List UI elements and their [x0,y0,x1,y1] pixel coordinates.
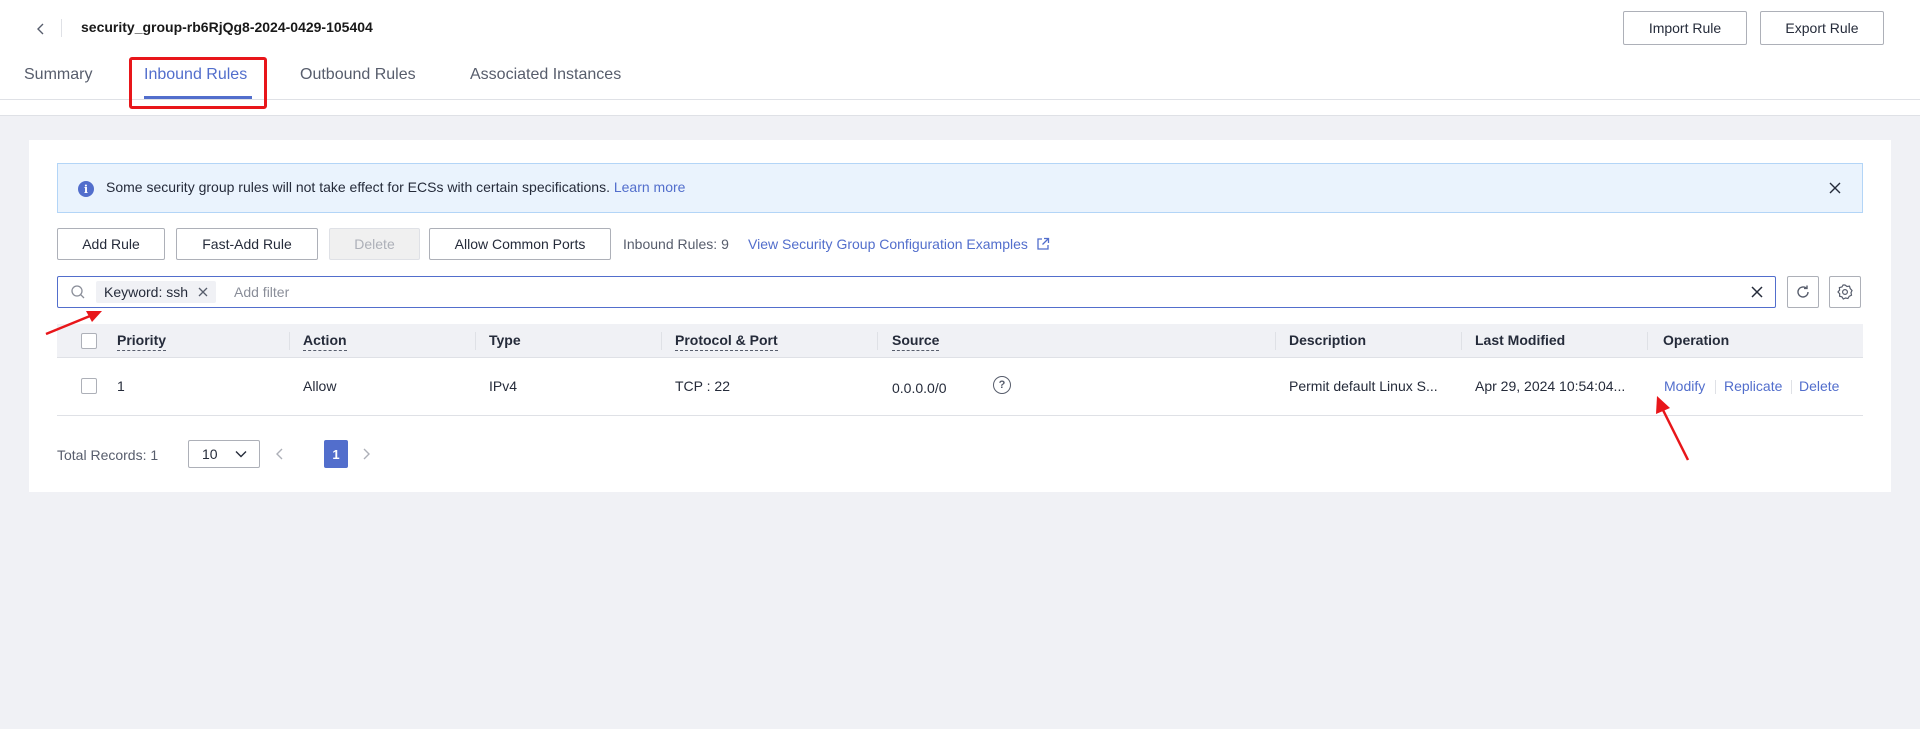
prev-page-icon[interactable] [273,447,287,461]
column-header-source[interactable]: Source [892,332,940,351]
chevron-down-icon [235,451,247,458]
total-records: Total Records: 1 [57,447,159,463]
cell-last-modified: Apr 29, 2024 10:54:04... [1475,378,1626,394]
column-separator [475,332,476,350]
row-checkbox[interactable] [81,378,97,394]
column-header-action[interactable]: Action [303,332,347,351]
tab-inbound-rules[interactable]: Inbound Rules [144,66,247,84]
page-size-select[interactable]: 10 [188,440,260,468]
close-icon [1829,182,1841,194]
remove-filter-tag-button[interactable] [198,287,208,297]
info-icon: i [78,181,94,197]
column-separator [289,332,290,350]
cell-description: Permit default Linux S... [1289,378,1438,394]
delete-link[interactable]: Delete [1799,378,1839,394]
filter-tag-keyword: Keyword: ssh [96,281,217,303]
cell-protocol-port: TCP : 22 [675,378,730,394]
filter-tag-label: Keyword: ssh [104,284,189,300]
chevron-left-icon [37,23,44,35]
active-tab-indicator [144,96,252,99]
add-filter-input[interactable] [234,281,1634,303]
column-header-protocol-port[interactable]: Protocol & Port [675,332,778,351]
operation-separator [1791,380,1792,394]
alert-text: Some security group rules will not take … [106,179,610,195]
cell-action: Allow [303,378,337,394]
page-button-current[interactable]: 1 [324,440,348,468]
cell-priority: 1 [117,378,125,394]
add-rule-button[interactable]: Add Rule [57,228,165,260]
modify-link[interactable]: Modify [1664,378,1705,394]
learn-more-link[interactable]: Learn more [614,179,686,195]
info-alert: i Some security group rules will not tak… [57,163,1863,213]
tab-summary[interactable]: Summary [24,66,92,84]
next-page-icon[interactable] [359,447,373,461]
export-rule-button[interactable]: Export Rule [1760,11,1884,45]
page-header: security_group-rb6RjQg8-2024-0429-105404… [0,0,1920,116]
external-link-icon [1037,237,1050,250]
select-all-checkbox[interactable] [81,333,97,349]
back-button[interactable] [28,16,54,42]
column-header-last-modified: Last Modified [1475,332,1566,348]
operation-separator [1715,380,1716,394]
rules-table: Priority Action Type Protocol & Port Sou… [57,324,1863,416]
page-size-value: 10 [202,446,218,462]
gear-icon [1837,284,1853,300]
config-examples-link[interactable]: View Security Group Configuration Exampl… [748,236,1050,252]
column-separator [1647,332,1648,350]
column-separator [661,332,662,350]
help-icon[interactable]: ? [993,376,1011,394]
allow-common-ports-button[interactable]: Allow Common Ports [429,228,611,260]
tab-outbound-rules[interactable]: Outbound Rules [300,66,416,84]
tab-associated-instances[interactable]: Associated Instances [470,66,621,84]
cell-source: 0.0.0.0/0 [892,380,947,396]
search-icon [71,285,85,299]
column-separator [1461,332,1462,350]
close-icon [198,287,208,297]
title-divider [61,19,62,37]
column-header-priority[interactable]: Priority [117,332,167,351]
column-header-type: Type [489,332,521,348]
alert-close-button[interactable] [1824,177,1846,199]
table-settings-button[interactable] [1829,276,1861,308]
column-header-operation: Operation [1663,332,1730,348]
page-title: security_group-rb6RjQg8-2024-0429-105404 [81,19,373,35]
table-header: Priority Action Type Protocol & Port Sou… [57,324,1863,358]
replicate-link[interactable]: Replicate [1724,378,1782,394]
config-examples-label: View Security Group Configuration Exampl… [748,236,1028,252]
column-separator [1275,332,1276,350]
fast-add-rule-button[interactable]: Fast-Add Rule [176,228,318,260]
filter-search-box[interactable]: Keyword: ssh [57,276,1776,308]
cell-type: IPv4 [489,378,518,394]
refresh-button[interactable] [1787,276,1819,308]
column-separator [877,332,878,350]
refresh-icon [1797,285,1809,298]
pagination: Total Records: 1 10 1 [57,440,457,470]
clear-filter-icon[interactable] [1749,284,1765,300]
table-row: 1 Allow IPv4 TCP : 22 0.0.0.0/0 ? Permit… [57,358,1863,416]
rules-panel: i Some security group rules will not tak… [29,140,1891,492]
inbound-rule-count: Inbound Rules: 9 [623,236,729,252]
import-rule-button[interactable]: Import Rule [1623,11,1747,45]
column-header-description: Description [1289,332,1367,348]
delete-button[interactable]: Delete [329,228,420,260]
alert-message: Some security group rules will not take … [106,179,685,195]
tab-bar: Summary Inbound Rules Outbound Rules Ass… [0,60,1920,100]
